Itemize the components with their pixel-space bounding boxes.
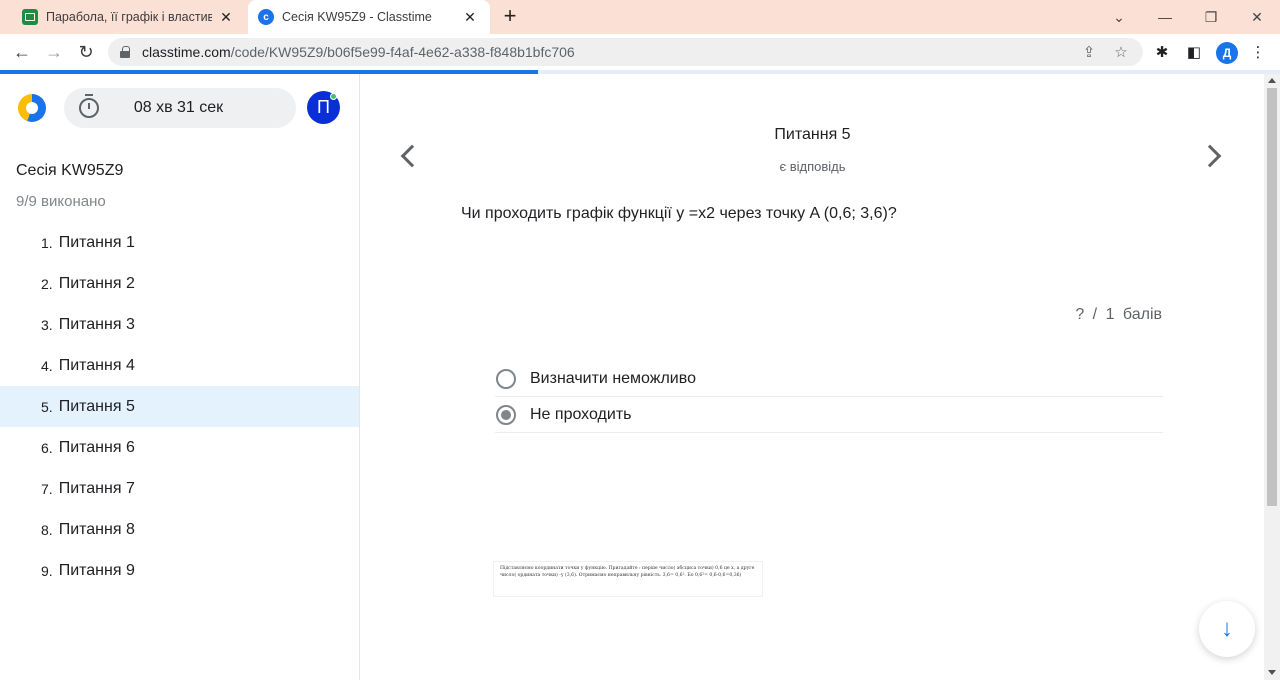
tab-title: Парабола, її графік і властивості xyxy=(46,10,212,24)
stopwatch-icon xyxy=(79,94,99,118)
session-progress-text: 9/9 виконано xyxy=(16,193,106,210)
question-list: 1. Питання 1 2. Питання 2 3. Питання 3 4. Питан… xyxy=(0,222,359,591)
sidebar-item-number: 4. xyxy=(41,357,53,374)
sidebar-item-label: Питання 5 xyxy=(58,397,135,415)
sidebar-item-question-2[interactable]: 2. Питання 2 xyxy=(0,263,359,304)
restore-icon[interactable]: ❐ xyxy=(1188,0,1234,34)
scrollbar[interactable] xyxy=(1264,74,1280,680)
sidebar-item-number: 6. xyxy=(41,439,53,456)
lock-icon xyxy=(120,46,130,58)
classtime-logo[interactable] xyxy=(18,94,46,122)
question-title: Питання 5 xyxy=(774,126,851,143)
sidebar-item-label: Питання 2 xyxy=(58,274,135,292)
sidebar-item-label: Питання 7 xyxy=(58,479,135,497)
question-status: є відповідь xyxy=(779,159,846,174)
sidebar-item-number: 9. xyxy=(41,562,53,579)
extensions-icon[interactable]: ✱ xyxy=(1152,42,1172,62)
side-panel-icon[interactable]: ◧ xyxy=(1184,42,1204,62)
tab-search-icon[interactable]: ⌄ xyxy=(1096,0,1142,34)
answer-option[interactable]: Визначити неможливо xyxy=(495,361,1163,397)
sidebar-item-question-7[interactable]: 7. Питання 7 xyxy=(0,468,359,509)
google-slides-icon xyxy=(22,9,38,25)
answer-option-label: Визначити неможливо xyxy=(530,369,696,387)
sidebar-item-question-1[interactable]: 1. Питання 1 xyxy=(0,222,359,263)
scroll-down-button[interactable]: ↓ xyxy=(1199,601,1255,657)
address-bar[interactable]: classtime.com/code/KW95Z9/b06f5e99-f4af-… xyxy=(108,38,1143,66)
new-tab-button[interactable]: + xyxy=(498,5,522,29)
timer: 08 хв 31 сек xyxy=(64,88,296,128)
session-title: Сесія KW95Z9 xyxy=(16,162,124,179)
sidebar: 08 хв 31 сек П Сесія KW95Z9 9/9 виконано… xyxy=(0,74,360,680)
sidebar-item-number: 8. xyxy=(41,521,53,538)
answer-option[interactable]: Не проходить xyxy=(495,397,1163,433)
browser-toolbar: ← → ↻ classtime.com/code/KW95Z9/b06f5e99… xyxy=(0,34,1280,70)
sidebar-item-number: 3. xyxy=(41,316,53,333)
sidebar-item-number: 2. xyxy=(41,275,53,292)
classtime-icon: c xyxy=(258,9,274,25)
sidebar-item-label: Питання 8 xyxy=(58,520,135,538)
sidebar-item-label: Питання 1 xyxy=(58,233,135,251)
tab-parabola[interactable]: Парабола, її графік і властивості ✕ xyxy=(12,0,246,34)
sidebar-item-question-8[interactable]: 8. Питання 8 xyxy=(0,509,359,550)
scroll-down-icon[interactable] xyxy=(1268,670,1276,675)
scroll-thumb[interactable] xyxy=(1267,88,1277,506)
menu-kebab-icon[interactable]: ⋮ xyxy=(1248,42,1268,62)
tab-title: Сесія KW95Z9 - Classtime xyxy=(282,10,432,24)
sidebar-item-number: 5. xyxy=(41,398,53,415)
tab-classtime[interactable]: c Сесія KW95Z9 - Classtime ✕ xyxy=(248,0,490,34)
question-text: Чи проходить графік функції y =x2 через … xyxy=(461,205,897,222)
reload-icon[interactable]: ↻ xyxy=(72,38,100,66)
forward-icon[interactable]: → xyxy=(40,38,68,66)
sidebar-item-question-5[interactable]: 5. Питання 5 xyxy=(0,386,359,427)
scroll-up-icon[interactable] xyxy=(1268,78,1276,83)
sidebar-item-label: Питання 4 xyxy=(58,356,135,374)
question-points: ? / 1 балів xyxy=(1075,306,1162,323)
share-icon[interactable]: ⇪ xyxy=(1079,42,1099,62)
back-icon[interactable]: ← xyxy=(8,38,36,66)
sidebar-item-label: Питання 6 xyxy=(58,438,135,456)
url-text[interactable]: classtime.com/code/KW95Z9/b06f5e99-f4af-… xyxy=(142,44,575,60)
sidebar-item-question-9[interactable]: 9. Питання 9 xyxy=(0,550,359,591)
sidebar-item-number: 7. xyxy=(41,480,53,497)
window-close-icon[interactable]: ✕ xyxy=(1234,0,1280,34)
sidebar-item-label: Питання 9 xyxy=(58,561,135,579)
answer-option-label: Не проходить xyxy=(530,405,632,423)
timer-text: 08 хв 31 сек xyxy=(133,99,224,116)
sidebar-item-label: Питання 3 xyxy=(58,315,135,333)
bookmark-star-icon[interactable]: ☆ xyxy=(1111,42,1131,62)
radio-button[interactable] xyxy=(496,368,516,389)
sidebar-item-question-3[interactable]: 3. Питання 3 xyxy=(0,304,359,345)
sidebar-item-number: 1. xyxy=(41,234,53,251)
arrow-down-icon: ↓ xyxy=(1221,615,1233,642)
main-panel: Питання 5 є відповідь Чи проходить графі… xyxy=(361,74,1264,680)
sidebar-item-question-6[interactable]: 6. Питання 6 xyxy=(0,427,359,468)
minimize-icon[interactable]: — xyxy=(1142,0,1188,34)
close-icon[interactable]: ✕ xyxy=(460,7,480,27)
next-question-icon[interactable] xyxy=(1199,142,1227,170)
sidebar-item-question-4[interactable]: 4. Питання 4 xyxy=(0,345,359,386)
close-icon[interactable]: ✕ xyxy=(216,7,236,27)
browser-tabbar: Парабола, її графік і властивості ✕ c Се… xyxy=(0,0,1280,34)
online-status-dot xyxy=(330,93,337,100)
hint-explanation-image: Підставляємо координати точки у функцію.… xyxy=(494,562,762,596)
radio-button[interactable] xyxy=(496,404,516,425)
profile-avatar[interactable]: Д xyxy=(1216,42,1238,64)
